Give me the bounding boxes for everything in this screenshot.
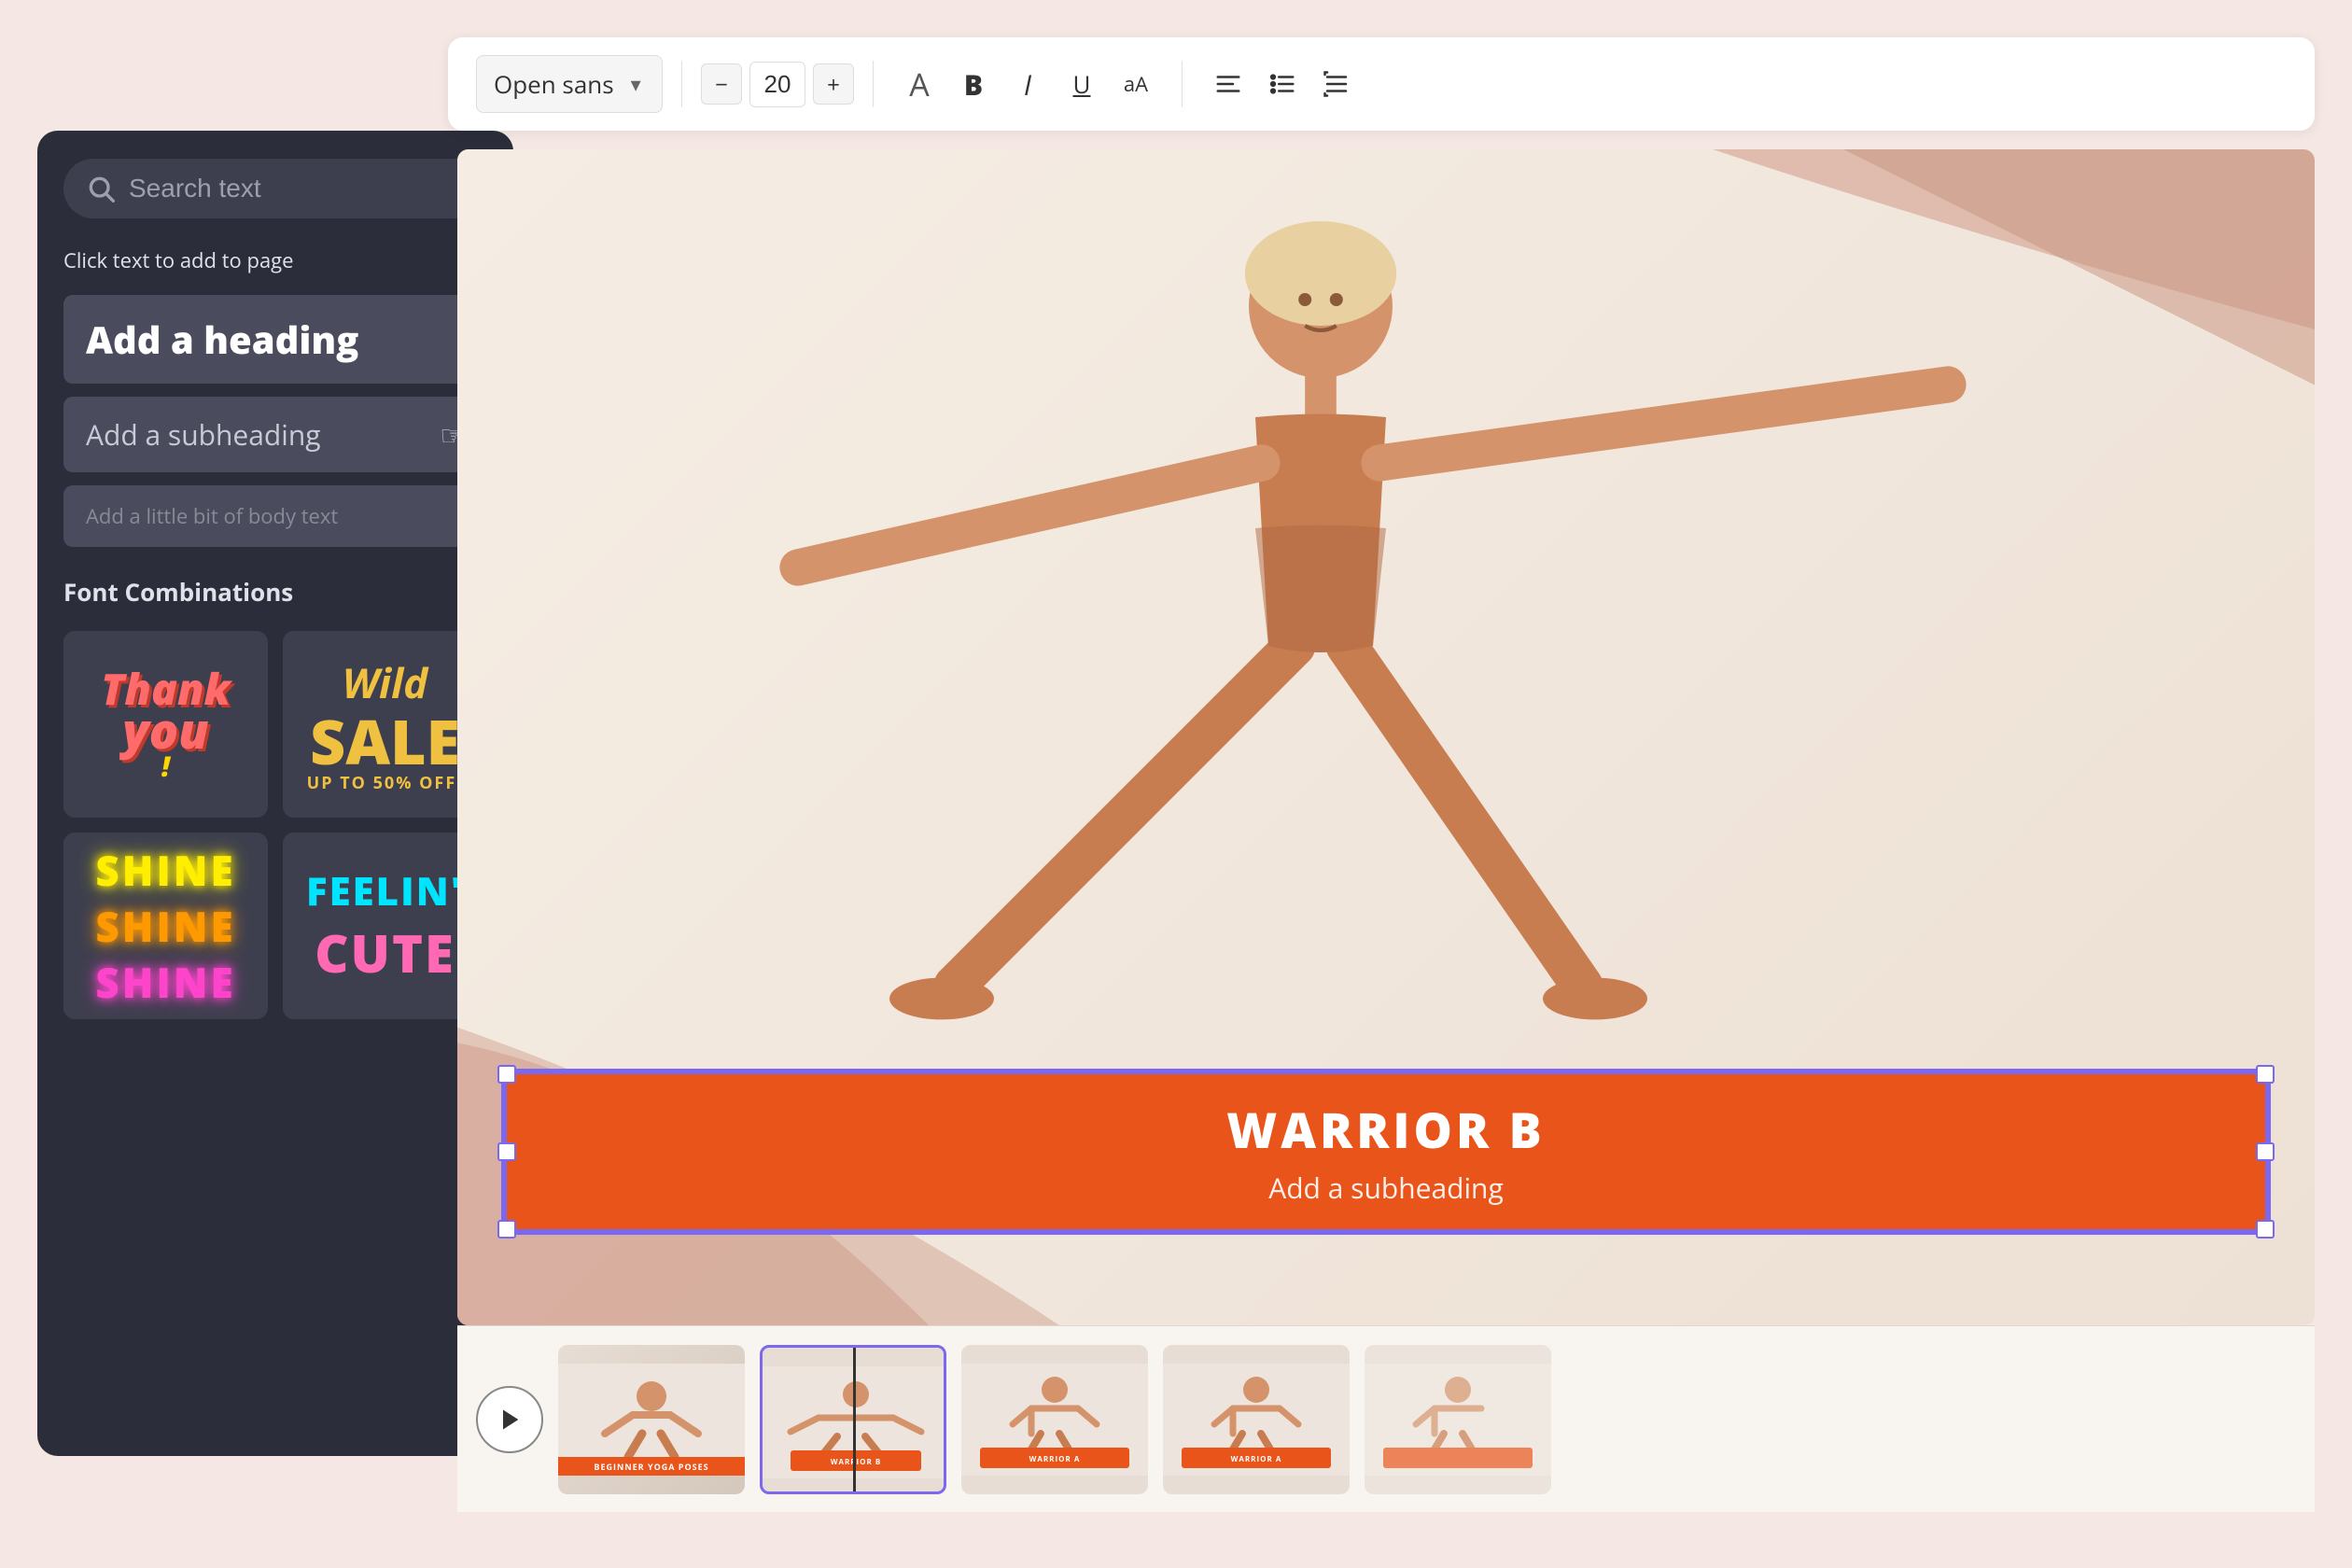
thumb-5-preview bbox=[1365, 1345, 1551, 1494]
feelin-label: FEELIN' bbox=[306, 864, 464, 917]
search-bar[interactable] bbox=[63, 159, 487, 218]
list-button[interactable] bbox=[1259, 61, 1306, 107]
scrubber-line bbox=[853, 1348, 856, 1491]
timeline-thumb-1[interactable]: BEGINNER YOGA POSES bbox=[558, 1345, 745, 1494]
yoga-canvas: WARRIOR B Add a subheading bbox=[457, 149, 2315, 1325]
font-selector[interactable]: Open sans ▾ bbox=[476, 55, 663, 113]
divider-3 bbox=[1182, 61, 1183, 107]
divider-2 bbox=[873, 61, 874, 107]
timeline-thumb-2[interactable]: WARRIOR B bbox=[760, 1345, 946, 1494]
font-combo-shine[interactable]: SHINE SHINE SHINE bbox=[63, 833, 268, 1019]
underline-button[interactable]: U bbox=[1058, 61, 1105, 107]
warrior-title[interactable]: WARRIOR B bbox=[544, 1097, 2228, 1163]
selection-handle-mr[interactable] bbox=[2256, 1142, 2275, 1161]
font-combo-thank-you[interactable]: Thank you ! bbox=[63, 631, 268, 818]
thumb-1-preview: BEGINNER YOGA POSES bbox=[558, 1345, 745, 1494]
sale-label: SALE bbox=[307, 710, 464, 772]
search-icon bbox=[86, 174, 116, 203]
timeline-thumb-4[interactable]: WARRIOR A bbox=[1163, 1345, 1350, 1494]
add-heading-option[interactable]: Add a heading bbox=[63, 295, 487, 384]
heading-label: Add a heading bbox=[86, 314, 358, 365]
shine-text: SHINE SHINE SHINE bbox=[95, 842, 235, 1010]
svg-text:WARRIOR B: WARRIOR B bbox=[831, 1457, 882, 1467]
timeline-strip: BEGINNER YOGA POSES bbox=[457, 1325, 2315, 1512]
svg-text:BEGINNER YOGA POSES: BEGINNER YOGA POSES bbox=[594, 1461, 708, 1473]
feelin-cute-text: FEELIN' CUTE bbox=[306, 864, 464, 988]
chevron-down-icon: ▾ bbox=[631, 70, 641, 98]
font-size-control: − + bbox=[701, 62, 854, 107]
shine-line-1: SHINE bbox=[95, 842, 235, 898]
font-name-label: Open sans bbox=[494, 67, 614, 101]
text-panel: Click text to add to page Add a heading … bbox=[37, 131, 513, 1456]
scrubber-head bbox=[846, 1345, 862, 1348]
bold-button[interactable]: B bbox=[950, 61, 997, 107]
align-button[interactable] bbox=[1205, 61, 1252, 107]
selection-handle-br[interactable] bbox=[2256, 1220, 2275, 1239]
main-canvas[interactable]: WARRIOR B Add a subheading bbox=[457, 149, 2315, 1325]
thumb-3-preview: WARRIOR A bbox=[961, 1345, 1148, 1494]
selection-handle-tr[interactable] bbox=[2256, 1065, 2275, 1084]
warrior-banner[interactable]: WARRIOR B Add a subheading bbox=[504, 1071, 2268, 1232]
thank-you-text: Thank you ! bbox=[101, 670, 231, 777]
play-icon bbox=[497, 1407, 523, 1433]
selection-handle-tl[interactable] bbox=[497, 1065, 516, 1084]
decrease-font-button[interactable]: − bbox=[701, 63, 742, 105]
shine-line-2: SHINE bbox=[95, 898, 235, 954]
selection-handle-bl[interactable] bbox=[497, 1220, 516, 1239]
canvas-area: WARRIOR B Add a subheading bbox=[457, 149, 2315, 1512]
add-subheading-option[interactable]: Add a subheading ☞ bbox=[63, 397, 487, 472]
body-label: Add a little bit of body text bbox=[86, 502, 338, 530]
warrior-subtitle[interactable]: Add a subheading bbox=[544, 1169, 2228, 1207]
case-toggle-button[interactable]: aA bbox=[1113, 61, 1159, 107]
font-size-input[interactable] bbox=[749, 62, 805, 107]
selection-handle-ml[interactable] bbox=[497, 1142, 516, 1161]
thumb-4-preview: WARRIOR A bbox=[1163, 1345, 1350, 1494]
add-body-option[interactable]: Add a little bit of body text bbox=[63, 485, 487, 547]
font-combinations-grid: Thank you ! Wild SALE UP TO 50% OFF! SHI… bbox=[63, 631, 487, 1019]
subheading-label: Add a subheading bbox=[86, 415, 321, 454]
font-combinations-title: Font Combinations bbox=[63, 575, 487, 609]
svg-text:WARRIOR A: WARRIOR A bbox=[1231, 1454, 1282, 1464]
shine-line-3: SHINE bbox=[95, 954, 235, 1010]
svg-text:WARRIOR A: WARRIOR A bbox=[1029, 1454, 1081, 1464]
cute-label: CUTE bbox=[306, 917, 464, 988]
divider-1 bbox=[681, 61, 682, 107]
timeline-thumb-3[interactable]: WARRIOR A bbox=[961, 1345, 1148, 1494]
exclaim-label: ! bbox=[161, 747, 170, 785]
search-input[interactable] bbox=[129, 174, 465, 203]
upto-label: UP TO 50% OFF! bbox=[307, 772, 464, 794]
increase-font-button[interactable]: + bbox=[813, 63, 854, 105]
wild-sale-text: Wild SALE UP TO 50% OFF! bbox=[307, 654, 464, 794]
font-size-large-button[interactable]: A bbox=[896, 61, 943, 107]
text-toolbar: Open sans ▾ − + A B I U aA bbox=[448, 37, 2315, 131]
click-hint-text: Click text to add to page bbox=[63, 246, 487, 274]
italic-button[interactable]: I bbox=[1004, 61, 1051, 107]
line-spacing-button[interactable] bbox=[1313, 61, 1360, 107]
timeline-thumb-5[interactable] bbox=[1365, 1345, 1551, 1494]
play-button[interactable] bbox=[476, 1386, 543, 1453]
